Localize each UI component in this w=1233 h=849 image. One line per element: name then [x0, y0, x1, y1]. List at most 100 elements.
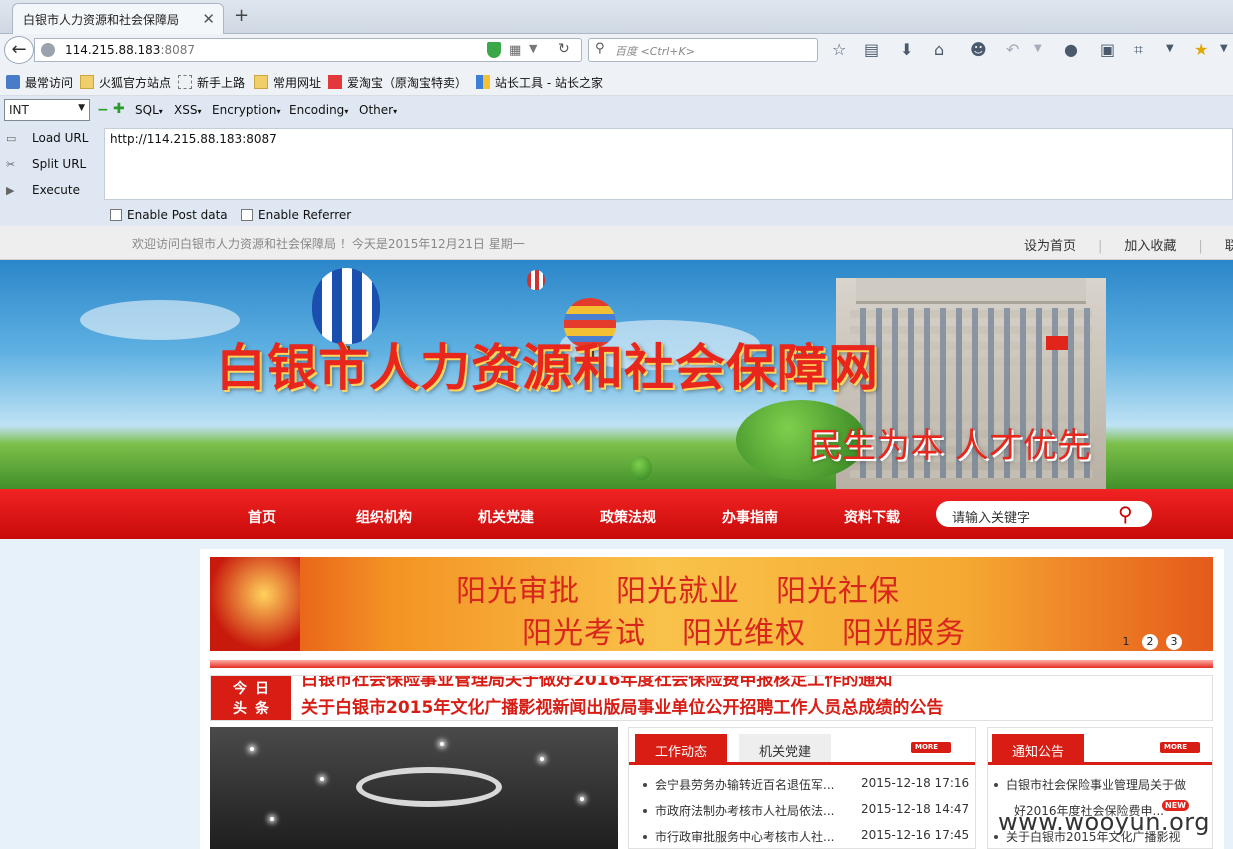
download-icon[interactable]: ⬇ — [900, 40, 913, 59]
browser-tab[interactable]: 白银市人力资源和社会保障局 ✕ — [12, 3, 224, 35]
add-favorite-link[interactable]: 加入收藏 — [1124, 239, 1176, 254]
bullet — [643, 809, 647, 813]
new-tab-button[interactable]: + — [234, 5, 249, 26]
tab-work-news[interactable]: 工作动态 — [635, 734, 728, 764]
qr-code-icon[interactable]: ▦ — [509, 43, 521, 58]
nav-guides[interactable]: 办事指南 — [722, 507, 778, 527]
bookmark-item[interactable]: 最常访问 — [6, 74, 73, 91]
nav-home[interactable]: 首页 — [248, 507, 276, 527]
menu-encryption[interactable]: Encryption — [212, 103, 280, 117]
site-search-input[interactable]: 请输入关键字 ⚲ — [936, 501, 1152, 527]
contact-link[interactable]: 联系我 — [1225, 239, 1233, 254]
close-tab-icon[interactable]: ✕ — [202, 10, 215, 28]
headline-tag: 今日 头条 — [211, 676, 291, 720]
most-visited-icon — [6, 75, 20, 89]
increase-icon[interactable]: ✚ — [113, 101, 125, 117]
home-icon[interactable]: ⌂ — [934, 40, 944, 59]
addon-icon[interactable]: ★ — [1194, 40, 1208, 59]
url-bar[interactable]: 114.215.88.183:8087 ▦ ▼ ↻ — [34, 38, 582, 62]
site-title: 白银市人力资源和社会保障网 — [216, 338, 879, 397]
tree — [630, 456, 652, 480]
nav-party-building[interactable]: 机关党建 — [478, 507, 534, 527]
bullet — [994, 783, 998, 787]
browser-search-bar[interactable]: ⚲ 百度 <Ctrl+K> — [588, 38, 818, 62]
sunshine-item: 阳光审批 — [456, 574, 580, 609]
more-button[interactable]: MORE — [911, 742, 951, 753]
ceiling-light — [270, 817, 274, 821]
ceiling-light — [440, 742, 444, 746]
notice-item[interactable]: 白银市社会保险事业管理局关于做 — [994, 776, 1186, 793]
sunshine-row-2: 阳光考试 阳光维权 阳光服务 — [522, 608, 1002, 652]
menu-sql[interactable]: SQL — [135, 103, 163, 117]
search-placeholder: 百度 <Ctrl+K> — [615, 45, 695, 58]
undo-dropdown-icon[interactable]: ▼ — [1034, 43, 1042, 54]
chinaz-icon — [476, 75, 490, 89]
slide-pager-3[interactable]: 3 — [1166, 634, 1182, 650]
nav-downloads[interactable]: 资料下载 — [844, 507, 900, 527]
slide-pager-1[interactable]: 1 — [1118, 634, 1134, 650]
slide-pager-2[interactable]: 2 — [1142, 634, 1158, 650]
shield-icon[interactable] — [487, 42, 501, 58]
nav-policies[interactable]: 政策法规 — [600, 507, 656, 527]
comment-icon[interactable]: ● — [1064, 40, 1078, 59]
flag-icon — [1046, 336, 1068, 350]
sunshine-row-1: 阳光审批 阳光就业 阳光社保 — [456, 566, 936, 610]
news-photo[interactable] — [210, 727, 618, 849]
hackbar-type-select[interactable]: INT ▼ — [4, 99, 90, 121]
execute-button[interactable]: ▶ Execute — [6, 183, 80, 197]
ceiling-light-ring — [356, 767, 502, 807]
decrease-icon[interactable]: − — [97, 102, 109, 118]
enable-referrer-checkbox[interactable]: Enable Referrer — [241, 208, 351, 222]
news-item[interactable]: 市政府法制办考核市人社局依法... — [643, 802, 834, 819]
search-icon[interactable]: ⚲ — [1118, 502, 1133, 526]
reading-list-icon[interactable]: ▤ — [864, 40, 879, 59]
ceiling-light — [540, 757, 544, 761]
split-url-button[interactable]: ✂ Split URL — [6, 157, 86, 171]
headline-link[interactable]: 关于白银市2015年文化广播影视新闻出版局事业单位公开招聘工作人员总成绩的公告 — [301, 693, 943, 718]
bookmark-item[interactable]: 站长工具 - 站长之家 — [476, 74, 603, 91]
crop-dropdown-icon[interactable]: ▼ — [1166, 43, 1174, 54]
tab-notices[interactable]: 通知公告 — [992, 734, 1085, 764]
reader-icon[interactable]: ▣ — [1100, 40, 1115, 59]
browser-tab-bar: 白银市人力资源和社会保障局 ✕ + — [0, 0, 1233, 35]
back-button[interactable]: ← — [4, 36, 34, 64]
bookmarks-bar: 最常访问 火狐官方站点 新手上路 常用网址 爱淘宝（原淘宝特卖） 站长工具 - … — [0, 66, 1233, 96]
tab-party-building[interactable]: 机关党建 — [739, 734, 832, 764]
menu-encoding[interactable]: Encoding — [289, 103, 348, 117]
url-text[interactable]: 114.215.88.183:8087 — [65, 43, 195, 57]
star-icon[interactable]: ☆ — [832, 40, 846, 59]
bookmark-item[interactable]: 常用网址 — [254, 74, 321, 91]
addon-dropdown-icon[interactable]: ▼ — [1220, 43, 1228, 54]
lantern-decoration — [210, 557, 300, 651]
chat-icon[interactable]: ☻ — [970, 40, 987, 59]
checkbox-box — [241, 209, 253, 221]
building-roof — [856, 278, 1086, 304]
reload-icon[interactable]: ↻ — [558, 41, 570, 57]
search-icon: ⚲ — [595, 41, 605, 56]
url-dropdown-icon[interactable]: ▼ — [529, 42, 537, 55]
news-item[interactable]: 会宁县劳务办输转近百名退伍军... — [643, 776, 834, 793]
hackbar-url-textarea[interactable]: http://114.215.88.183:8087 — [104, 128, 1233, 200]
bookmark-item[interactable]: 爱淘宝（原淘宝特卖） — [328, 74, 467, 91]
site-top-bar: 欢迎访问白银市人力资源和社会保障局 ！今天是2015年12月21日 星期一 设为… — [0, 226, 1233, 260]
work-news-box: 工作动态 机关党建 MORE 会宁县劳务办输转近百名退伍军... 2015-12… — [628, 727, 976, 849]
sunshine-item: 阳光服务 — [842, 616, 966, 651]
bookmark-item[interactable]: 新手上路 — [178, 74, 245, 91]
menu-xss[interactable]: XSS — [174, 103, 201, 117]
bullet — [643, 835, 647, 839]
tab-underline — [988, 762, 1212, 765]
more-button[interactable]: MORE — [1160, 742, 1200, 753]
news-item[interactable]: 市行政审批服务中心考核市人社... — [643, 828, 834, 845]
menu-other[interactable]: Other — [359, 103, 397, 117]
load-url-button[interactable]: ▭ Load URL — [6, 131, 88, 145]
enable-post-checkbox[interactable]: Enable Post data — [110, 208, 228, 222]
set-homepage-link[interactable]: 设为首页 — [1024, 239, 1076, 254]
sunshine-item: 阳光考试 — [522, 616, 646, 651]
nav-organization[interactable]: 组织机构 — [356, 507, 412, 527]
bullet — [643, 783, 647, 787]
headline-link[interactable]: 白银市社会保险事业管理局关于做好2016年度社会保险费申报核定工作的通知 — [301, 676, 892, 690]
bookmark-item[interactable]: 火狐官方站点 — [80, 74, 171, 91]
crop-icon[interactable]: ⌗ — [1134, 40, 1143, 60]
undo-icon[interactable]: ↶ — [1006, 40, 1019, 59]
divider: | — [1098, 239, 1103, 254]
